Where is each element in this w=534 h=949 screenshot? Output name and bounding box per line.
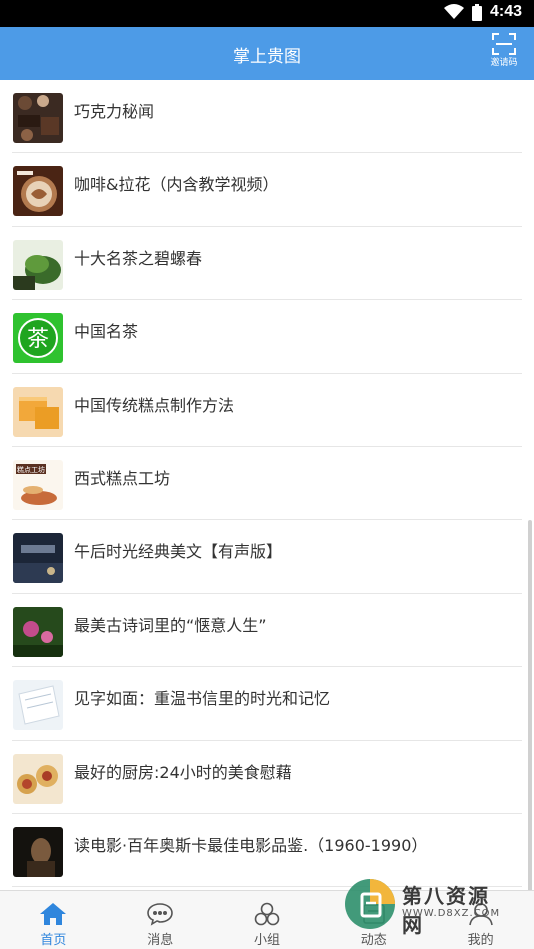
- list-item-title: 最好的厨房:24小时的美食慰藉: [74, 762, 292, 782]
- list-item[interactable]: 糕点工坊 西式糕点工坊: [12, 447, 522, 521]
- list-item[interactable]: 最好的厨房:24小时的美食慰藉: [12, 741, 522, 814]
- page-title: 掌上贵图: [233, 47, 301, 67]
- list-item-title: 咖啡&拉花（内含教学视频）: [74, 175, 279, 195]
- letters-thumbnail: [13, 680, 63, 731]
- nav-groups[interactable]: 小组: [214, 891, 321, 949]
- battery-icon: [471, 3, 482, 21]
- app-screen: 4:43 掌上贵图 邀请码 巧克力秘闻 咖啡&拉花（内含教学视频） 十大名茶之碧…: [0, 0, 534, 949]
- chocolate-thumbnail: [13, 93, 63, 143]
- nav-home[interactable]: 首页: [0, 891, 107, 949]
- night-thumbnail: [13, 533, 63, 584]
- tea-badge-thumbnail: 茶: [13, 313, 63, 364]
- app-bar: 掌上贵图 邀请码: [0, 27, 534, 80]
- nav-messages-label: 消息: [147, 933, 174, 948]
- movie-thumbnail: [13, 826, 63, 877]
- food-thumbnail: [13, 753, 63, 804]
- list-scrollbar[interactable]: [528, 520, 532, 890]
- status-time: 4:43: [489, 3, 522, 20]
- list-item[interactable]: 中国传统糕点制作方法: [12, 374, 522, 447]
- list-item-title: 午后时光经典美文【有声版】: [74, 542, 283, 562]
- watermark: 第八资源网 WWW.D8XZ.COM: [340, 874, 510, 937]
- list-item[interactable]: 咖啡&拉花（内含教学视频）: [12, 153, 522, 227]
- list-item[interactable]: 见字如面：重温书信里的时光和记忆: [12, 667, 522, 741]
- chat-icon: [107, 902, 214, 926]
- home-icon: [0, 902, 107, 926]
- coffee-thumbnail: [13, 166, 63, 217]
- list-item-title: 西式糕点工坊: [74, 468, 171, 488]
- list-item-title: 最美古诗词里的“惬意人生”: [74, 615, 267, 635]
- status-bar: 4:43: [0, 0, 534, 27]
- pastry-thumbnail: 糕点工坊: [13, 459, 63, 510]
- tea-leaves-thumbnail: [13, 239, 63, 290]
- nav-groups-label: 小组: [253, 933, 280, 948]
- invite-code-label: 邀请码: [490, 58, 518, 68]
- watermark-logo-icon: [342, 876, 398, 936]
- flower-thumbnail: [13, 606, 63, 657]
- list-item-title: 中国传统糕点制作方法: [74, 395, 235, 415]
- scan-icon: [484, 33, 524, 55]
- nav-messages[interactable]: 消息: [107, 891, 214, 949]
- invite-code-button[interactable]: 邀请码: [484, 31, 524, 77]
- wifi-icon: [443, 4, 464, 20]
- list-item[interactable]: 十大名茶之碧螺春: [12, 227, 522, 301]
- list-item[interactable]: 巧克力秘闻: [12, 80, 522, 154]
- group-icon: [214, 902, 321, 926]
- list-item-title: 巧克力秘闻: [74, 102, 155, 121]
- list-item-title: 十大名茶之碧螺春: [74, 248, 203, 268]
- list-item-title: 中国名茶: [74, 322, 139, 342]
- list-item[interactable]: 茶 中国名茶: [12, 300, 522, 374]
- list-item-title: 读电影·百年奥斯卡最佳电影品鉴.（1960-1990）: [74, 835, 428, 855]
- list-item[interactable]: 最美古诗词里的“惬意人生”: [12, 594, 522, 668]
- pastry-sign-text: 糕点工坊: [17, 465, 45, 474]
- cake-thumbnail: [13, 386, 63, 437]
- watermark-url: WWW.D8XZ.COM: [402, 908, 501, 919]
- list-item[interactable]: 午后时光经典美文【有声版】: [12, 520, 522, 594]
- list-item-title: 见字如面：重温书信里的时光和记忆: [74, 689, 331, 709]
- book-list: 巧克力秘闻 咖啡&拉花（内含教学视频） 十大名茶之碧螺春 茶 中国名茶 中国传统…: [0, 80, 534, 890]
- tea-badge-glyph: 茶: [27, 327, 49, 352]
- nav-home-label: 首页: [40, 933, 67, 948]
